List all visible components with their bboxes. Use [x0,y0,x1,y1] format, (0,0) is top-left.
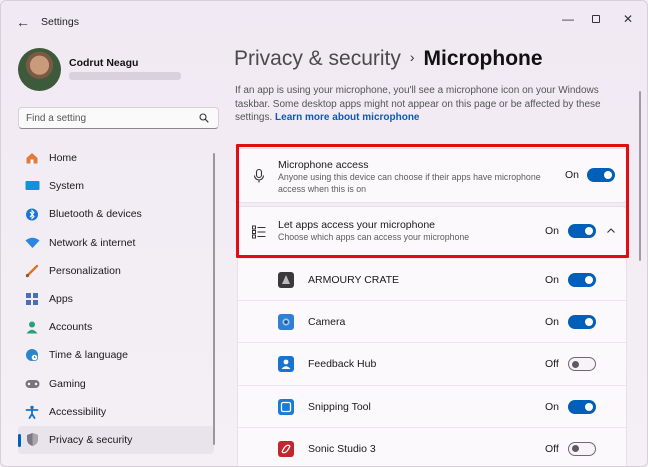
settings-window: ← Settings — ✕ Codrut Neagu Home System Bl… [0,0,648,467]
sidebar-item-label: Time & language [49,349,128,362]
app-name: ARMOURY CRATE [308,274,400,286]
apps-access-state: On [545,225,560,237]
learn-more-link[interactable]: Learn more about microphone [275,112,419,123]
microphone-access-state: On [565,169,580,181]
microphone-access-toggle[interactable] [587,168,615,182]
sidebar-item-personalization[interactable]: Personalization [18,257,214,285]
app-toggle-armoury-crate[interactable] [568,273,596,287]
sonic-studio-icon [278,440,294,457]
arrow-left-icon: ← [16,14,30,30]
globe-clock-icon [24,347,40,363]
app-name: Feedback Hub [308,358,377,371]
microphone-access-title: Microphone access [278,159,369,171]
snipping-tool-icon [278,398,294,415]
app-toggle-feedback-hub[interactable] [568,357,596,372]
sidebar-item-privacy-security[interactable]: Privacy & security [18,425,214,455]
person-icon [24,319,40,335]
app-name: Camera [308,316,346,329]
app-row-camera: Camera On [237,301,627,344]
bluetooth-icon [24,206,40,222]
apps-icon [24,291,40,307]
avatar[interactable] [18,48,61,91]
sidebar-item-label: Bluetooth & devices [49,208,142,221]
sidebar-item-label: System [49,180,85,193]
intro-text: If an app is using your microphone, you'… [235,84,615,125]
microphone-access-description: Anyone using this device can choose if t… [278,172,541,194]
sidebar-item-bluetooth-devices[interactable]: Bluetooth & devices [18,200,214,228]
sidebar-item-label: Accounts [49,321,93,334]
accessibility-icon [24,404,40,420]
breadcrumb-parent[interactable]: Privacy & security [234,47,401,70]
apps-access-toggle[interactable] [568,224,596,238]
apps-access-setting[interactable]: Let apps access your microphone Choose w… [237,206,627,258]
search-input[interactable] [26,111,196,126]
sidebar-item-label: Gaming [49,377,86,390]
camera-icon [278,314,294,331]
sidebar-nav: Home System Bluetooth & devices Network & i… [18,144,214,455]
title-bar: ← Settings — ✕ [1,1,647,41]
app-name: Snipping Tool [308,400,371,413]
chevron-up-icon[interactable] [606,226,616,236]
apps-access-description: Choose which apps can access your microp… [278,232,470,242]
app-toggle-camera[interactable] [568,315,596,330]
sidebar-item-apps[interactable]: Apps [18,285,214,313]
app-toggle-sonic-studio-3[interactable] [568,441,596,456]
home-icon [24,150,40,166]
search-icon[interactable] [199,113,209,123]
sidebar-item-time-language[interactable]: Time & language [18,341,214,369]
app-state: On [545,400,560,413]
back-button[interactable]: ← [11,11,35,33]
minimize-button[interactable]: — [553,10,583,28]
sidebar-item-label: Apps [49,293,73,306]
search-box[interactable] [18,107,219,129]
microphone-access-setting: Microphone access Anyone using this devi… [237,148,627,203]
sidebar-scrollbar[interactable] [213,153,215,445]
gamepad-icon [24,376,40,392]
user-email-redacted [69,72,181,80]
system-icon [24,178,40,194]
window-title: Settings [41,16,79,28]
sidebar-item-network-internet[interactable]: Network & internet [18,229,214,257]
main-scrollbar[interactable] [639,91,641,261]
list-icon [252,225,266,239]
close-button[interactable]: ✕ [613,10,643,28]
user-name: Codrut Neagu [69,57,139,69]
sidebar-item-label: Home [49,152,78,165]
wifi-icon [24,235,40,251]
app-state: On [545,316,560,329]
app-name: Sonic Studio 3 [308,442,376,455]
microphone-icon [253,168,265,183]
app-row-sonic-studio-3: Sonic Studio 3 Off [237,427,627,466]
sidebar-item-accessibility[interactable]: Accessibility [18,398,214,426]
app-row-feedback-hub: Feedback Hub Off [237,343,627,386]
maximize-icon [592,15,600,23]
sidebar-item-system[interactable]: System [18,172,214,200]
armoury-crate-icon [278,272,294,288]
feedback-hub-icon [278,356,294,373]
breadcrumb: Privacy & security › Microphone [234,47,543,71]
maximize-button[interactable] [581,10,611,28]
app-state: Off [545,442,559,455]
app-list: ARMOURY CRATE On Camera On Feedback Hub Off Sn… [237,259,627,466]
sidebar-item-home[interactable]: Home [18,144,214,172]
app-state: Off [545,358,559,371]
page-title: Microphone [423,47,543,70]
sidebar-item-gaming[interactable]: Gaming [18,370,214,398]
app-toggle-snipping-tool[interactable] [568,399,596,414]
sidebar-item-label: Privacy & security [49,433,133,446]
sidebar-item-label: Accessibility [49,405,107,418]
app-row-armoury-crate: ARMOURY CRATE On [237,259,627,302]
sidebar-item-accounts[interactable]: Accounts [18,313,214,341]
brush-icon [24,263,40,279]
apps-access-title: Let apps access your microphone [278,219,436,231]
shield-icon [24,432,40,448]
app-state: On [545,274,560,286]
sidebar-item-label: Network & internet [49,236,136,249]
sidebar-item-label: Personalization [49,264,121,277]
breadcrumb-separator: › [409,49,415,65]
app-row-snipping-tool: Snipping Tool On [237,385,627,428]
